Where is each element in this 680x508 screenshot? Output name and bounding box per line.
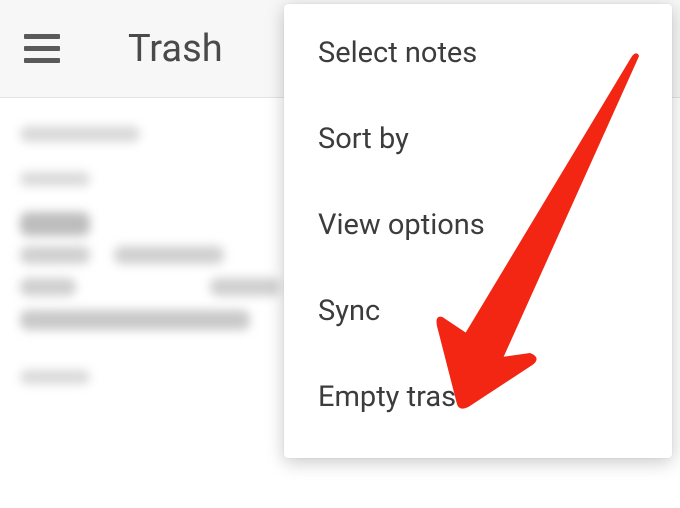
menu-item-sync[interactable]: Sync xyxy=(284,268,672,354)
list-item xyxy=(20,212,90,236)
overflow-menu-popup: Select notes Sort by View options Sync E… xyxy=(284,4,672,458)
list-item xyxy=(20,126,140,142)
list-item xyxy=(20,310,250,330)
menu-item-empty-trash[interactable]: Empty trash xyxy=(284,354,672,440)
page-title: Trash xyxy=(128,27,223,71)
hamburger-menu-icon[interactable] xyxy=(24,29,64,69)
list-item xyxy=(20,172,90,186)
menu-item-sort-by[interactable]: Sort by xyxy=(284,96,672,182)
menu-item-select-notes[interactable]: Select notes xyxy=(284,22,672,96)
list-item xyxy=(20,278,280,296)
menu-item-view-options[interactable]: View options xyxy=(284,182,672,268)
list-item xyxy=(20,370,90,384)
